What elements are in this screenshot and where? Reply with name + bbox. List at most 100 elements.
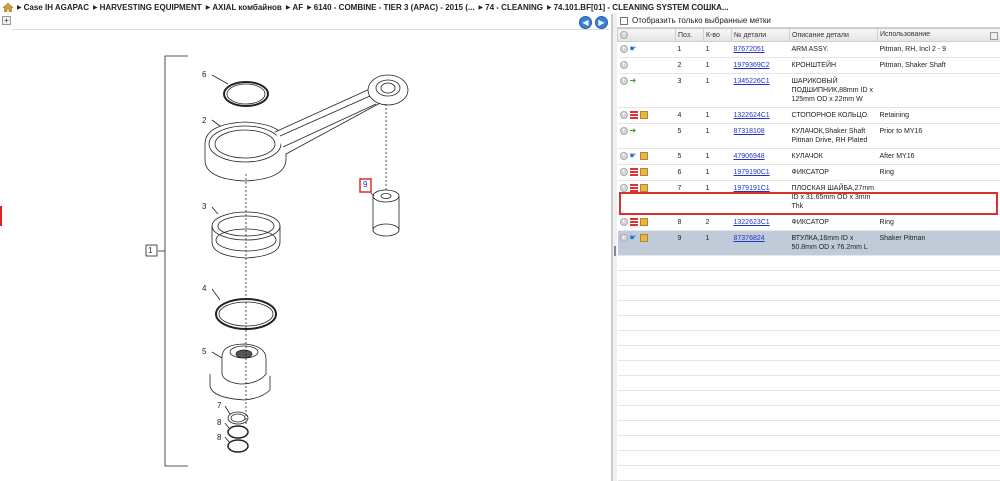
row-description: ФИКСАТОР [789,164,878,181]
breadcrumb-item[interactable]: ▶ HARVESTING EQUIPMENT [93,3,202,12]
empty-row [617,255,1000,271]
table-row[interactable]: +6 1 1979190C1 ФИКСАТОР Ring [617,164,1000,181]
row-part-number[interactable]: 1322623C1 [731,214,790,231]
add-to-cart-icon[interactable]: + [619,184,628,192]
row-part-number[interactable]: 47906948 [731,148,790,165]
row-description: СТОПОРНОЕ КОЛЬЦО. [789,107,878,124]
row-qty: 1 [703,164,732,181]
empty-row [617,270,1000,286]
hand-pointer-icon[interactable]: ☛ [630,152,638,160]
row-usage [877,73,1000,108]
parts-table: + Поз. К-во № детали Описание детали Исп… [617,28,1000,481]
row-pos: 7 [675,180,704,215]
splitter-grip-icon [614,246,616,256]
row-part-number[interactable]: 87318108 [731,123,790,149]
package-icon[interactable] [639,218,648,226]
add-to-cart-icon[interactable]: + [619,61,628,69]
empty-row [617,390,1000,406]
empty-row [617,375,1000,391]
table-row[interactable]: + ☛ 5 1 47906948 КУЛАЧОК After MY16 [617,148,1000,165]
breadcrumb-item[interactable]: ▶ 74 - CLEANING [479,3,543,12]
callout-2[interactable]: 2 [202,116,206,125]
package-icon[interactable] [639,168,648,176]
row-description: КУЛАЧОК [789,148,878,165]
notes-list-icon[interactable] [629,184,638,192]
show-selected-label: Отобразить только выбранные метки [632,16,771,25]
row-description: ФИКСАТОР [789,214,878,231]
header-usage[interactable]: Использование [877,28,1000,42]
notes-list-icon[interactable] [629,218,638,226]
chevron-right-icon: ▶ [478,4,484,11]
row-part-number[interactable]: 1322624C1 [731,107,790,124]
chevron-right-icon: ▶ [546,4,552,11]
callout-8[interactable]: 8 [217,433,221,442]
callout-group[interactable]: 1 [148,246,152,255]
row-description: ШАРИКОВЫЙ ПОДШИПНИК,88mm ID x 125mm OD x… [789,73,878,108]
row-part-number[interactable]: 87672051 [731,41,790,58]
callout-3[interactable]: 3 [202,202,206,211]
row-usage: Prior to MY16 [877,123,1000,149]
row-qty: 1 [703,148,732,165]
package-icon[interactable] [639,234,648,242]
notes-list-icon[interactable] [629,168,638,176]
row-description: ПЛОСКАЯ ШАЙБА,27mm ID x 31.65mm OD x 3mm… [789,180,878,215]
row-part-number[interactable]: 1979191C1 [731,180,790,215]
hand-pointer-icon[interactable]: ☛ [630,234,638,242]
table-header-row: + Поз. К-во № детали Описание детали Исп… [617,28,1000,42]
row-usage: Pitman, RH, Incl 2 - 9 [877,41,1000,58]
row-icons: + ➜ [617,73,676,108]
table-row[interactable]: +7 1 1979191C1 ПЛОСКАЯ ШАЙБА,27mm ID x 31.6… [617,180,1000,215]
table-row[interactable]: +8 2 1322623C1 ФИКСАТОР Ring [617,214,1000,231]
breadcrumb-item[interactable]: ▶ AF [286,3,303,12]
add-to-cart-icon[interactable]: + [619,111,628,119]
breadcrumb-item[interactable]: ▶ 74.101.BF[01] - CLEANING SYSTEM СОШКА..… [547,3,729,12]
package-icon[interactable] [639,111,648,119]
package-icon[interactable] [639,184,648,192]
table-row[interactable]: + ➜ 5 1 87318108 КУЛАЧОК,Shaker Shaft Pitman … [617,123,1000,149]
add-all-icon[interactable]: + [620,31,628,39]
table-row[interactable]: +4 1 1322624C1 СТОПОРНОЕ КОЛЬЦО. Retaining [617,107,1000,124]
callout-6[interactable]: 6 [202,70,206,79]
package-icon[interactable] [639,152,648,160]
breadcrumb-item[interactable]: ▶ AXIAL комбайнов [206,3,282,12]
table-row[interactable]: +2 1 1979369C2 КРОНШТЕЙН Pitman, Shaker Shaf… [617,57,1000,74]
breadcrumb-item[interactable]: ▶ Case IH AGAPAC [17,3,89,12]
add-to-cart-icon[interactable]: + [619,45,628,53]
header-description[interactable]: Описание детали [789,28,878,42]
callout-8[interactable]: 8 [217,418,221,427]
row-icons: + [617,214,676,231]
callout-4[interactable]: 4 [202,284,206,293]
add-to-cart-icon[interactable]: + [619,168,628,176]
breadcrumb-item[interactable]: ▶ 6140 - COMBINE - TIER 3 (APAC) - 2015 (… [307,3,474,12]
home-icon[interactable] [3,2,13,12]
replacement-arrow-icon[interactable]: ➜ [630,127,638,135]
hand-pointer-icon[interactable]: ☛ [630,45,638,53]
row-part-number[interactable]: 1979369C2 [731,57,790,74]
empty-row [617,435,1000,451]
add-to-cart-icon[interactable]: + [619,127,628,135]
row-part-number[interactable]: 1345226C1 [731,73,790,108]
add-to-cart-icon[interactable]: + [619,234,628,242]
table-row[interactable]: + ☛ 1 1 87672051 ARM ASSY. Pitman, RH, Incl 2 … [617,41,1000,58]
add-to-cart-icon[interactable]: + [619,218,628,226]
row-icons: + [617,57,676,74]
table-row[interactable]: + ☛ 9 1 87376824 ВТУЛКА,16mm ID x 50.8mm OD x… [617,230,1000,256]
notes-list-icon[interactable] [629,111,638,119]
add-to-cart-icon[interactable]: + [619,152,628,160]
callout-7[interactable]: 7 [217,401,221,410]
replacement-arrow-icon[interactable]: ➜ [630,77,638,85]
row-part-number[interactable]: 1979190C1 [731,164,790,181]
callout-9[interactable]: 9 [363,180,367,189]
show-selected-checkbox[interactable] [620,16,628,25]
columns-icon[interactable] [990,31,998,40]
table-row[interactable]: + ➜ 3 1 1345226C1 ШАРИКОВЫЙ ПОДШИПНИК,88mm ID… [617,73,1000,108]
header-qty[interactable]: К-во [703,28,732,42]
header-pos[interactable]: Поз. [675,28,704,42]
empty-row [617,300,1000,316]
empty-row [617,450,1000,466]
row-usage: Ring [877,214,1000,231]
add-to-cart-icon[interactable]: + [619,77,628,85]
header-part-number[interactable]: № детали [731,28,790,42]
callout-5[interactable]: 5 [202,347,206,356]
row-part-number[interactable]: 87376824 [731,230,790,256]
